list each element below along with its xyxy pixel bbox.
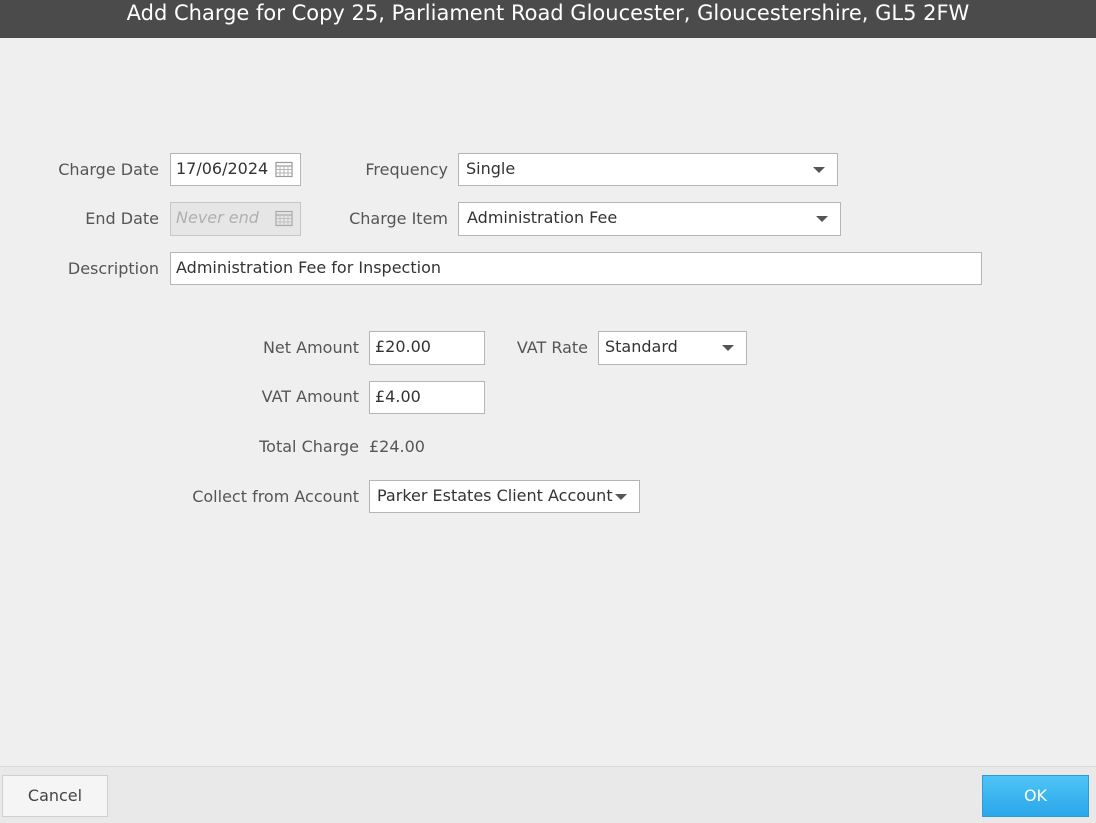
charge-date-field[interactable]: 17/06/2024 — [170, 153, 301, 186]
frequency-select[interactable]: Single — [458, 153, 838, 186]
net-amount-label: Net Amount — [262, 338, 359, 357]
end-date-label: End Date — [85, 209, 159, 228]
dialog-footer — [0, 766, 1096, 823]
description-label: Description — [67, 259, 159, 278]
net-amount-input[interactable]: £20.00 — [369, 331, 485, 365]
cancel-button[interactable]: Cancel — [2, 775, 108, 817]
charge-date-label: Charge Date — [58, 160, 159, 179]
end-date-placeholder: Never end — [176, 208, 259, 227]
charge-date-value: 17/06/2024 — [176, 159, 269, 178]
charge-item-value: Administration Fee — [467, 208, 618, 227]
end-date-field[interactable]: Never end — [170, 202, 301, 236]
calendar-icon[interactable] — [275, 210, 293, 227]
chevron-down-icon — [722, 345, 734, 351]
total-charge-value: £24.00 — [369, 437, 425, 456]
vat-rate-select[interactable]: Standard — [598, 331, 747, 365]
vat-rate-value: Standard — [605, 337, 678, 356]
chevron-down-icon — [813, 167, 825, 173]
collect-from-account-value: Parker Estates Client Account — [377, 486, 613, 505]
vat-amount-input[interactable]: £4.00 — [369, 381, 485, 414]
vat-rate-label: VAT Rate — [516, 338, 588, 357]
total-charge-label: Total Charge — [259, 437, 359, 456]
vat-amount-label: VAT Amount — [261, 387, 359, 406]
chevron-down-icon — [816, 216, 828, 222]
charge-item-label: Charge Item — [349, 209, 448, 228]
description-input[interactable]: Administration Fee for Inspection — [170, 252, 982, 285]
ok-button[interactable]: OK — [982, 775, 1089, 817]
frequency-value: Single — [466, 159, 516, 178]
calendar-icon[interactable] — [275, 161, 293, 178]
chevron-down-icon — [615, 494, 627, 500]
charge-item-select[interactable]: Administration Fee — [458, 202, 841, 236]
collect-from-account-label: Collect from Account — [192, 487, 359, 506]
frequency-label: Frequency — [365, 160, 448, 179]
dialog-title: Add Charge for Copy 25, Parliament Road … — [0, 0, 1096, 38]
collect-from-account-select[interactable]: Parker Estates Client Account — [369, 480, 640, 513]
